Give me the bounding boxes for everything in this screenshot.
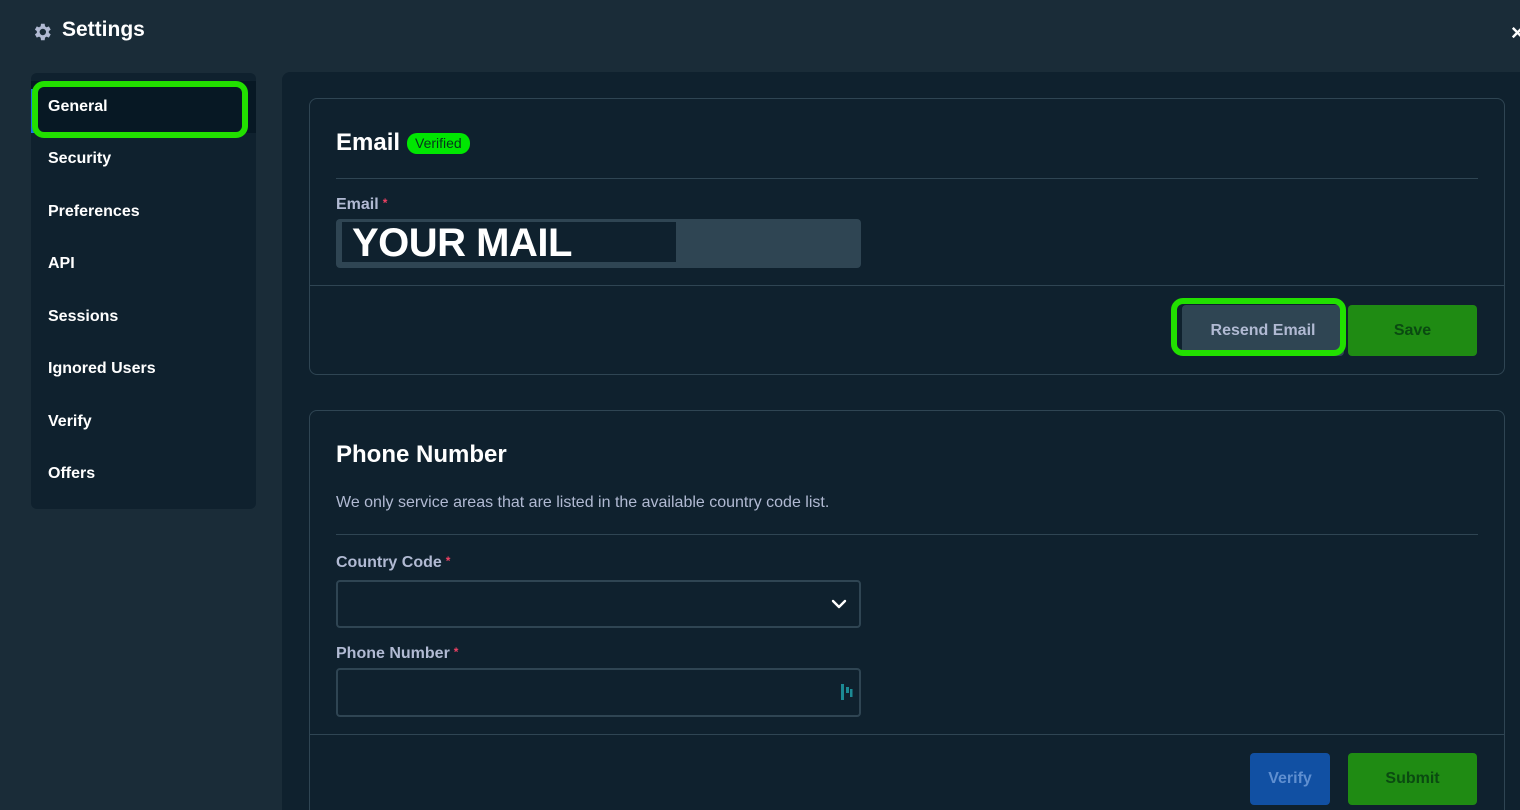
phone-number-label: Phone Number * [336, 645, 459, 662]
settings-sidebar: General Security Preferences API Session… [31, 73, 256, 509]
sidebar-item-api[interactable]: API [31, 238, 256, 290]
chevron-down-icon [831, 599, 847, 609]
page-title: Settings [62, 18, 145, 41]
email-card: Email Verified Email * YOUR MAIL Resend E… [309, 98, 1505, 375]
email-field[interactable]: YOUR MAIL [336, 219, 861, 268]
password-manager-icon[interactable] [840, 683, 854, 701]
email-card-title: Email [336, 129, 401, 156]
phone-number-input[interactable] [336, 668, 861, 717]
email-value: YOUR MAIL [342, 222, 676, 264]
sidebar-item-sessions[interactable]: Sessions [31, 291, 256, 343]
sidebar-item-general[interactable]: General [31, 81, 256, 133]
phone-card-title: Phone Number [336, 441, 507, 468]
phone-card-description: We only service areas that are listed in… [336, 494, 830, 511]
phone-card-divider [336, 534, 1478, 535]
sidebar-item-verify[interactable]: Verify [31, 396, 256, 448]
sidebar-item-preferences[interactable]: Preferences [31, 186, 256, 238]
country-code-label: Country Code * [336, 554, 451, 571]
sidebar-item-offers[interactable]: Offers [31, 448, 256, 500]
verify-button[interactable]: Verify [1250, 753, 1330, 805]
email-field-label: Email * [336, 196, 388, 213]
email-card-footer-divider [310, 285, 1504, 286]
settings-content: Email Verified Email * YOUR MAIL Resend E… [282, 72, 1520, 810]
save-button[interactable]: Save [1348, 305, 1477, 356]
country-code-select[interactable] [336, 580, 861, 628]
close-icon[interactable]: × [1511, 20, 1520, 46]
phone-card: Phone Number We only service areas that … [309, 410, 1505, 810]
gear-icon [34, 23, 51, 41]
sidebar-item-security[interactable]: Security [31, 133, 256, 185]
sidebar-item-ignored-users[interactable]: Ignored Users [31, 343, 256, 395]
phone-card-footer-divider [310, 734, 1504, 735]
email-card-divider [336, 178, 1478, 179]
settings-header: Settings × [0, 0, 1520, 62]
verified-badge: Verified [407, 133, 470, 154]
submit-button[interactable]: Submit [1348, 753, 1477, 805]
resend-email-button[interactable]: Resend Email [1182, 305, 1344, 356]
